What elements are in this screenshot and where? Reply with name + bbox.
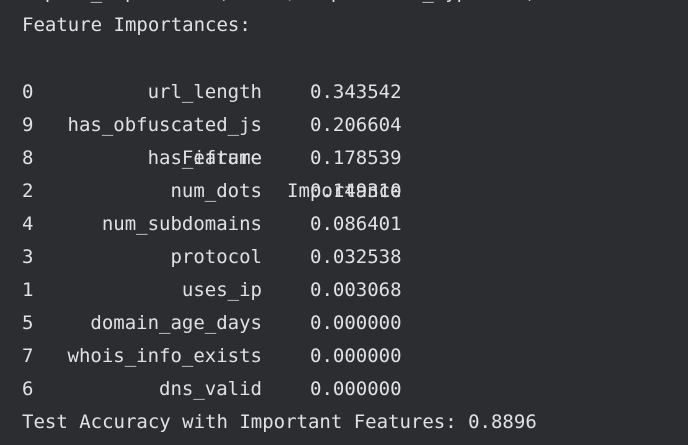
row-feature-cell: has_iframe bbox=[22, 142, 262, 175]
row-importance-cell: 0.000000 bbox=[310, 340, 430, 373]
row-importance-value: 0.206604 bbox=[310, 114, 402, 136]
table-row: 3 protocol 0.032538 bbox=[0, 241, 688, 274]
table-row: 1 uses_ip 0.003068 bbox=[0, 274, 688, 307]
row-feature-name: protocol bbox=[170, 246, 262, 268]
row-feature-cell: num_subdomains bbox=[22, 208, 262, 241]
row-feature-name: domain_age_days bbox=[90, 312, 262, 334]
row-feature-cell: uses_ip bbox=[22, 274, 262, 307]
table-row: 8 has_iframe 0.178539 bbox=[0, 142, 688, 175]
table-row: 4 num_subdomains 0.086401 bbox=[0, 208, 688, 241]
row-importance-value: 0.000000 bbox=[310, 345, 402, 367]
row-importance-value: 0.032538 bbox=[310, 246, 402, 268]
row-feature-cell: domain_age_days bbox=[22, 307, 262, 340]
feature-importances-title: Feature Importances: bbox=[22, 14, 251, 36]
row-importance-value: 0.003068 bbox=[310, 279, 402, 301]
row-importance-value: 0.086401 bbox=[310, 213, 402, 235]
row-feature-name: num_dots bbox=[170, 180, 262, 202]
row-feature-cell: whois_info_exists bbox=[22, 340, 262, 373]
row-importance-value: 0.343542 bbox=[310, 81, 402, 103]
row-feature-name: has_iframe bbox=[147, 147, 262, 169]
row-importance-cell: 0.149310 bbox=[310, 175, 430, 208]
row-importance-value: 0.000000 bbox=[310, 312, 402, 334]
row-importance-cell: 0.000000 bbox=[310, 307, 430, 340]
row-feature-cell: has_obfuscated_js bbox=[22, 109, 262, 142]
row-feature-name: url_length bbox=[147, 81, 262, 103]
row-importance-cell: 0.343542 bbox=[310, 76, 430, 109]
row-feature-name: whois_info_exists bbox=[67, 345, 262, 367]
table-row: 7 whois_info_exists 0.000000 bbox=[0, 340, 688, 373]
row-importance-value: 0.149310 bbox=[310, 180, 402, 202]
table-row: 6 dns_valid 0.000000 bbox=[0, 373, 688, 406]
row-feature-name: num_subdomains bbox=[101, 213, 262, 235]
row-feature-cell: num_dots bbox=[22, 175, 262, 208]
row-feature-name: uses_ip bbox=[181, 279, 262, 301]
scrollbar[interactable] bbox=[682, 0, 688, 445]
row-importance-cell: 0.178539 bbox=[310, 142, 430, 175]
row-importance-value: 0.178539 bbox=[310, 147, 402, 169]
row-importance-value: 0.000000 bbox=[310, 378, 402, 400]
row-importance-cell: 0.086401 bbox=[310, 208, 430, 241]
row-feature-name: has_obfuscated_js bbox=[67, 114, 262, 136]
table-row: 0 url_length 0.343542 bbox=[0, 76, 688, 109]
table-row: 9 has_obfuscated_js 0.206604 bbox=[0, 109, 688, 142]
accuracy-line: Test Accuracy with Important Features: 0… bbox=[22, 411, 537, 433]
row-importance-cell: 0.206604 bbox=[310, 109, 430, 142]
row-feature-cell: url_length bbox=[22, 76, 262, 109]
row-feature-name: dns_valid bbox=[159, 378, 262, 400]
row-importance-cell: 0.003068 bbox=[310, 274, 430, 307]
table-row: 2 num_dots 0.149310 bbox=[0, 175, 688, 208]
table-row: 5 domain_age_days 0.000000 bbox=[0, 307, 688, 340]
cutoff-previous-line: m.plot_importance(model, importance_type… bbox=[22, 0, 537, 9]
row-importance-cell: 0.000000 bbox=[310, 373, 430, 406]
row-feature-cell: protocol bbox=[22, 241, 262, 274]
row-importance-cell: 0.032538 bbox=[310, 241, 430, 274]
table-header: Feature Importance bbox=[0, 43, 688, 202]
row-feature-cell: dns_valid bbox=[22, 373, 262, 406]
console-output: m.plot_importance(model, importance_type… bbox=[0, 0, 688, 445]
